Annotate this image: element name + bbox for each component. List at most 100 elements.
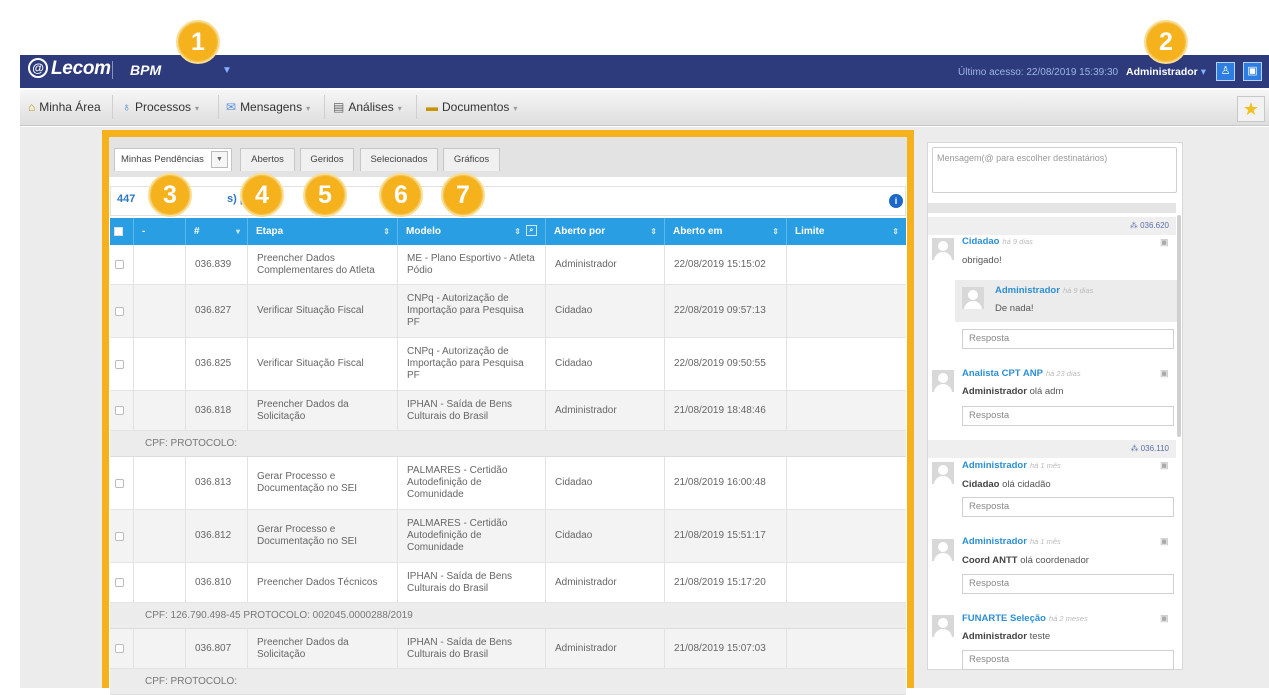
comment-author[interactable]: Administrador há 9 dias	[995, 285, 1093, 296]
comment-text: Administrador olá adm	[962, 386, 1064, 397]
thread-header[interactable]: ⁂ 036.620	[928, 217, 1176, 235]
table-cell: 036.818	[185, 391, 247, 430]
print-icon[interactable]: ▣	[1160, 237, 1169, 248]
table-cell: 036.813	[185, 457, 247, 509]
flask-icon[interactable]: ♙	[1216, 62, 1235, 81]
table-cell: Preencher Dados Técnicos	[247, 563, 397, 602]
favorite-star-icon[interactable]: ★	[1237, 96, 1265, 122]
tab-abertos[interactable]: Abertos	[240, 148, 295, 171]
badge-6: 6	[379, 173, 423, 217]
menu-mensagens[interactable]: ✉ Mensagens ▾	[226, 100, 310, 114]
comment-author[interactable]: Analista CPT ANP há 23 dias	[962, 368, 1081, 379]
col-number[interactable]: # ▾	[185, 218, 247, 245]
col-aberto-em[interactable]: Aberto em ⇕	[664, 218, 786, 245]
comment-author[interactable]: Cidadao há 9 dias	[962, 236, 1033, 247]
search-icon[interactable]: ⌕	[526, 225, 537, 236]
cell-em: 22/08/2019 15:15:02	[674, 258, 766, 270]
tab-selecionados[interactable]: Selecionados	[360, 148, 438, 171]
window-icon[interactable]: ▣	[1243, 62, 1262, 81]
cell-em: 22/08/2019 09:57:13	[674, 305, 766, 316]
row-checkbox[interactable]	[115, 260, 124, 269]
comment-author[interactable]: Administrador há 1 mês	[962, 460, 1061, 471]
table-cell	[786, 563, 906, 602]
table-cell: PALMARES - Certidão Autodefinição de Com…	[397, 510, 545, 562]
avatar	[932, 539, 954, 561]
col-etapa[interactable]: Etapa ⇕	[247, 218, 397, 245]
protocol-text: CPF: 126.790.498-45 PROTOCOLO: 002045.00…	[145, 610, 413, 621]
table-cell	[133, 563, 185, 602]
cell-em: 21/08/2019 16:00:48	[674, 477, 766, 488]
tab-dropdown-icon[interactable]: ▼	[211, 151, 228, 168]
tab-geridos[interactable]: Geridos	[300, 148, 354, 171]
chevron-down-icon[interactable]: ▼	[222, 65, 232, 76]
table-row[interactable]: 036.807 Preencher Dados da Solicitação IPH…	[110, 629, 906, 669]
checkbox-cell[interactable]	[110, 563, 133, 602]
mail-icon: ✉	[226, 100, 237, 114]
row-checkbox[interactable]	[115, 644, 124, 653]
checkbox-cell[interactable]	[110, 245, 133, 284]
row-checkbox[interactable]	[115, 578, 124, 587]
message-input[interactable]: Mensagem(@ para escolher destinatários)	[932, 147, 1177, 193]
comment-author[interactable]: Administrador há 1 mês	[962, 536, 1061, 547]
cell-em: 22/08/2019 09:50:55	[674, 358, 766, 369]
reply-input[interactable]: Resposta	[962, 329, 1174, 349]
col-aberto-por[interactable]: Aberto por ⇕	[545, 218, 664, 245]
user-menu[interactable]: Administrador ▾	[1126, 66, 1206, 78]
row-checkbox[interactable]	[115, 359, 124, 369]
info-icon[interactable]: i	[889, 194, 903, 208]
table-row[interactable]: 036.818 Preencher Dados da Solicitação IPH…	[110, 391, 906, 431]
row-checkbox[interactable]	[115, 306, 124, 316]
reply-input[interactable]: Resposta	[962, 497, 1174, 517]
table-row[interactable]: 036.812 Gerar Processo e Documentação no …	[110, 510, 906, 563]
home-icon: ⌂	[28, 100, 36, 114]
print-icon[interactable]: ▣	[1160, 460, 1169, 471]
print-icon[interactable]: ▣	[1160, 536, 1169, 547]
thread-header[interactable]: ⁂ 036.110	[928, 440, 1176, 458]
cell-por: Administrador	[555, 576, 617, 588]
table-cell: Preencher Dados Complementares do Atleta	[247, 245, 397, 284]
cell-em: 21/08/2019 15:07:03	[674, 642, 766, 654]
table-row[interactable]: 036.839 Preencher Dados Complementares do…	[110, 245, 906, 285]
reply-input[interactable]: Resposta	[962, 574, 1174, 594]
menu-documentos[interactable]: ▬ Documentos ▾	[426, 100, 517, 114]
table-row[interactable]: 036.825 Verificar Situação Fiscal CNPq - A…	[110, 338, 906, 391]
table-cell: Gerar Processo e Documentação no SEI	[247, 510, 397, 562]
checkbox-cell[interactable]	[110, 285, 133, 337]
menu-analises[interactable]: ▤ Análises ▾	[333, 100, 402, 114]
cell-id: 036.818	[195, 404, 232, 416]
table-cell: IPHAN - Saída de Bens Culturais do Brasi…	[397, 629, 545, 668]
table-cell: Administrador	[545, 629, 664, 668]
avatar	[932, 615, 954, 637]
row-checkbox[interactable]	[115, 478, 124, 488]
print-icon[interactable]: ▣	[1160, 613, 1169, 624]
row-checkbox[interactable]	[115, 531, 124, 541]
lecom-logo[interactable]: @ Lecom	[28, 58, 111, 80]
table-cell: CNPq - Autorização de Importação para Pe…	[397, 285, 545, 337]
checkbox-cell[interactable]	[110, 457, 133, 509]
table-cell: Preencher Dados da Solicitação	[247, 629, 397, 668]
tab-graficos[interactable]: Gráficos	[443, 148, 500, 171]
checkbox-cell[interactable]	[110, 629, 133, 668]
select-all-checkbox[interactable]	[114, 227, 123, 236]
col-dash[interactable]: -	[133, 218, 185, 245]
scrollbar[interactable]	[1177, 215, 1181, 437]
checkbox-cell[interactable]	[110, 510, 133, 562]
col-modelo[interactable]: Modelo ⇕ ⌕	[397, 218, 545, 245]
table-row[interactable]: 036.813 Gerar Processo e Documentação no …	[110, 457, 906, 510]
row-checkbox[interactable]	[115, 406, 124, 415]
col-limite[interactable]: Limite ⇕	[786, 218, 906, 245]
analysis-icon: ▤	[333, 100, 345, 114]
table-cell: IPHAN - Saída de Bens Culturais do Brasi…	[397, 391, 545, 430]
comment-author[interactable]: FUNARTE Seleção há 2 meses	[962, 613, 1088, 624]
print-icon[interactable]: ▣	[1160, 368, 1169, 379]
reply-input[interactable]: Resposta	[962, 650, 1174, 670]
menu-processos[interactable]: ♁ Processos ▾	[122, 100, 199, 114]
table-row[interactable]: 036.827 Verificar Situação Fiscal CNPq - A…	[110, 285, 906, 338]
checkbox-cell[interactable]	[110, 391, 133, 430]
menu-minha-area[interactable]: ⌂ Minha Área	[28, 100, 101, 114]
table-row[interactable]: 036.810 Preencher Dados Técnicos IPHAN - S…	[110, 563, 906, 603]
table-cell	[786, 285, 906, 337]
reply-input[interactable]: Resposta	[962, 406, 1174, 426]
checkbox-cell[interactable]	[110, 338, 133, 390]
group-icon: ⁂	[1129, 221, 1141, 230]
